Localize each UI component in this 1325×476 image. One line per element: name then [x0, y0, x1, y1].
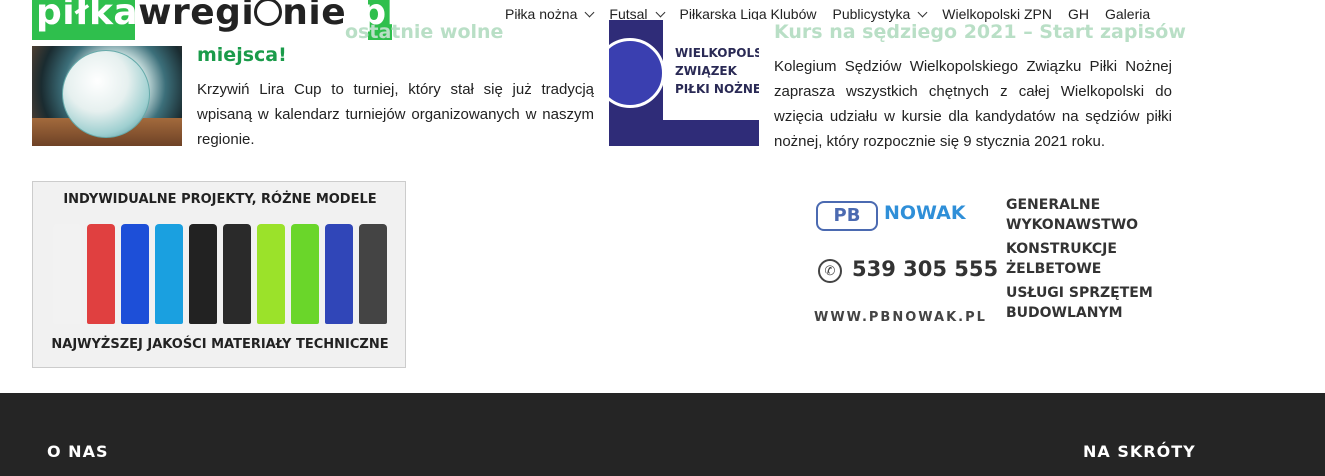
- nav-item-pilka-nozna[interactable]: Piłka nożna: [505, 6, 595, 22]
- kit-item: [189, 224, 217, 324]
- chevron-down-icon: [584, 7, 595, 17]
- nav-item-galeria[interactable]: Galeria: [1105, 6, 1150, 22]
- nav-item-wielkopolski-zpn[interactable]: Wielkopolski ZPN: [942, 6, 1052, 22]
- nav-item-label: Publicystyka: [832, 6, 911, 22]
- banner-heading: INDYWIDUALNE PROJEKTY, RÓŻNE MODELE: [63, 192, 377, 207]
- kit-item: [53, 224, 81, 324]
- nav-item-publicystyka[interactable]: Publicystyka: [832, 6, 928, 22]
- phone-icon: ✆: [818, 259, 842, 283]
- service-line: USŁUGI SPRZĘTEM: [1006, 285, 1153, 301]
- article-title[interactable]: Kurs na sędziego 2021 – Start zapisów: [774, 21, 1186, 43]
- pb-logo-box: PB: [816, 201, 878, 231]
- footer-heading-shortcuts: NA SKRÓTY: [1083, 442, 1196, 461]
- service-line: WYKONAWSTWO: [1006, 217, 1139, 233]
- nav-item-label: Wielkopolski ZPN: [942, 6, 1052, 22]
- logo-text-part1: piłka: [36, 0, 139, 33]
- site-logo[interactable]: piłkawreginie.pl: [32, 0, 392, 40]
- site-footer: [0, 393, 1325, 476]
- article-excerpt: Kolegium Sędziów Wielkopolskiego Związku…: [774, 58, 1172, 150]
- chevron-down-icon: [655, 7, 665, 17]
- main-nav: Piłka nożna Futsal Piłkarska Liga Klubów…: [505, 6, 1166, 22]
- chevron-down-icon: [917, 7, 928, 17]
- article-excerpt: Krzywiń Lira Cup to turniej, który stał …: [197, 81, 594, 148]
- banner-footer-text: NAJWYŻSZEJ JAKOŚCI MATERIAŁY TECHNICZNE: [51, 337, 389, 352]
- service-line: KONSTRUKCJE: [1006, 241, 1117, 257]
- kit-item: [291, 224, 319, 324]
- kit-item: [257, 224, 285, 324]
- website-url: WWW.PBNOWAK.PL: [814, 310, 987, 325]
- nav-item-label: Piłka nożna: [505, 6, 578, 22]
- service-line: ŻELBETOWE: [1006, 261, 1102, 277]
- logo-text: piłkawreginie.pl: [36, 0, 392, 33]
- kit-item: [325, 224, 353, 324]
- pbnowak-logo: PB NOWAK: [816, 201, 976, 233]
- article-thumbnail-wzpn[interactable]: WIELKOPOLS ZWIĄZEK PIŁKI NOŻNE: [609, 20, 759, 146]
- footer-heading-about: O NAS: [47, 442, 109, 461]
- article-title-partial[interactable]: ostatnie wolne: [345, 21, 503, 43]
- thumbnail-text-line: ZWIĄZEK: [675, 64, 737, 78]
- ad-banner-kits[interactable]: INDYWIDUALNE PROJEKTY, RÓŻNE MODELE NAJW…: [32, 181, 406, 368]
- kit-item: [359, 224, 387, 324]
- nav-item-label: GH: [1068, 6, 1089, 22]
- service-line: GENERALNE: [1006, 197, 1101, 213]
- article-thumbnail-futsal-ball[interactable]: [32, 46, 182, 146]
- nav-item-label: Galeria: [1105, 6, 1151, 22]
- wzpn-logo-icon: [609, 38, 665, 108]
- service-line: BUDOWLANYM: [1006, 305, 1123, 321]
- logo-text-part2: wregi: [138, 0, 255, 33]
- football-icon: [254, 0, 283, 26]
- kit-item: [121, 224, 149, 324]
- kit-item: [87, 224, 115, 324]
- thumbnail-text-line: WIELKOPOLS: [675, 46, 759, 60]
- phone-number: 539 305 555: [852, 257, 999, 281]
- services-list: GENERALNE WYKONAWSTWO KONSTRUKCJE ŻELBET…: [1006, 195, 1153, 323]
- article-title[interactable]: miejsca!: [197, 44, 287, 66]
- pb-logo-name: NOWAK: [884, 202, 966, 224]
- nav-item-gh[interactable]: GH: [1068, 6, 1089, 22]
- kit-item: [155, 224, 183, 324]
- kits-row: [53, 224, 387, 324]
- logo-text-part3: nie: [282, 0, 347, 33]
- ball-image: [62, 50, 150, 138]
- thumbnail-text-line: PIŁKI NOŻNE: [675, 82, 759, 96]
- ad-banner-pbnowak[interactable]: PB NOWAK ✆ 539 305 555 WWW.PBNOWAK.PL GE…: [792, 181, 1172, 341]
- kit-item: [223, 224, 251, 324]
- thumbnail-text: WIELKOPOLS ZWIĄZEK PIŁKI NOŻNE: [675, 44, 759, 98]
